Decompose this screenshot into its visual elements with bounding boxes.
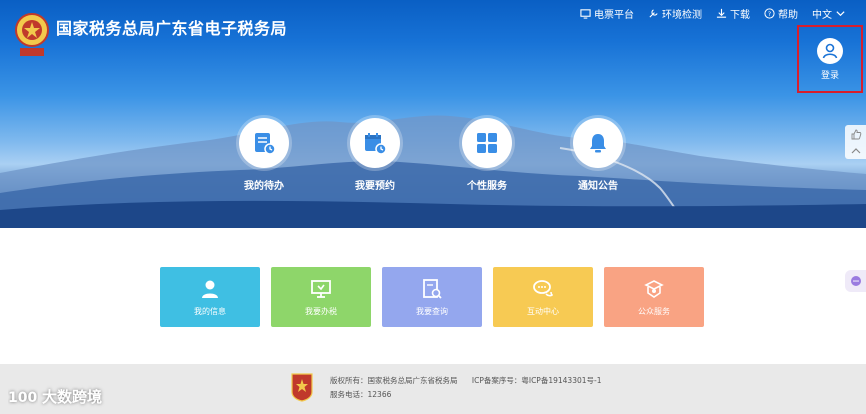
card-label: 互动中心 [527,306,559,316]
chat-bubbles-icon [533,279,554,296]
monitor-tax-icon [311,279,331,298]
user-avatar-icon [817,37,843,64]
shortcut-label: 通知公告 [578,181,618,192]
back-to-top-icon[interactable] [850,145,862,157]
tools-icon [649,9,658,18]
card-query[interactable]: 我要查询 [382,267,482,327]
nav-label: 环境检测 [662,10,702,21]
quick-shortcuts: 我的待办 我要预约 个性服务 通知公告 [0,118,866,198]
watermark-logo-icon: 100 [8,390,37,406]
user-icon [202,280,218,298]
login-label: 登录 [820,70,839,81]
card-my-info[interactable]: 我的信息 [160,267,260,327]
login-button[interactable]: 登录 [797,25,863,93]
nav-label: 中文 [812,10,832,21]
shortcut-notices[interactable]: 通知公告 [553,118,643,192]
footer: 版权所有：国家税务总局广东省税务局 ICP备案序号：粤ICP备19143301号… [0,364,866,414]
nav-label: 电票平台 [594,10,634,21]
chat-icon [850,276,861,286]
copyright-text: 版权所有：国家税务总局广东省税务局 [330,376,458,385]
hero-banner: 国家税务总局广东省电子税务局 电票平台 环境检测 下载 ? 帮助 中文 登录 我… [0,0,866,228]
top-navigation: 电票平台 环境检测 下载 ? 帮助 中文 [580,6,846,21]
nav-e-invoice-platform[interactable]: 电票平台 [580,6,634,21]
watermark-text: 大数跨境 [42,388,103,406]
site-title: 国家税务总局广东省电子税务局 [56,19,288,38]
shortcut-label: 个性服务 [467,181,507,192]
shortcut-personal-service[interactable]: 个性服务 [442,118,532,192]
calendar-clock-icon [350,118,400,168]
footer-info: 版权所有：国家税务总局广东省税务局 ICP备案序号：粤ICP备19143301号… [330,374,614,402]
document-search-icon [423,278,442,299]
download-icon [716,8,727,18]
shortcut-my-todo[interactable]: 我的待办 [219,118,309,192]
card-do-tax[interactable]: 我要办税 [271,267,371,327]
language-selector[interactable]: 中文 [812,6,846,21]
nav-label: 帮助 [778,10,798,21]
tax-bureau-emblem-icon [15,13,49,56]
card-interaction-center[interactable]: 互动中心 [493,267,593,327]
monitor-icon [580,9,591,19]
nav-download[interactable]: 下载 [716,6,750,21]
chevron-down-icon [836,11,845,17]
shortcut-label: 我的待办 [244,181,284,192]
svg-text:?: ? [768,10,771,18]
nav-help[interactable]: ? 帮助 [764,6,798,21]
icp-text[interactable]: ICP备案序号：粤ICP备19143301号-1 [472,376,602,385]
shortcut-label: 我要预约 [355,181,395,192]
card-label: 我要办税 [305,306,337,316]
card-label: 我要查询 [416,306,448,316]
grid-icon [462,118,512,168]
bell-icon [573,118,623,168]
card-public-service[interactable]: 公众服务 [604,267,704,327]
service-phone-text: 服务电话：12366 [330,390,392,399]
help-icon: ? [764,8,775,19]
service-cards: 我的信息 我要办税 我要查询 互动中心 公众服务 [160,267,720,327]
tax-emblem-icon [291,373,313,402]
public-service-icon [644,279,664,298]
watermark: 100 大数跨境 [8,386,102,407]
card-label: 我的信息 [194,306,226,316]
side-toolbar [845,125,866,159]
svg-text:100: 100 [8,390,37,406]
thumbs-up-icon[interactable] [850,128,862,140]
todo-document-icon [239,118,289,168]
nav-environment-check[interactable]: 环境检测 [648,6,702,21]
card-label: 公众服务 [638,306,670,316]
nav-label: 下载 [730,10,750,21]
floating-chat-button[interactable] [845,270,866,292]
shortcut-appointment[interactable]: 我要预约 [330,118,420,192]
